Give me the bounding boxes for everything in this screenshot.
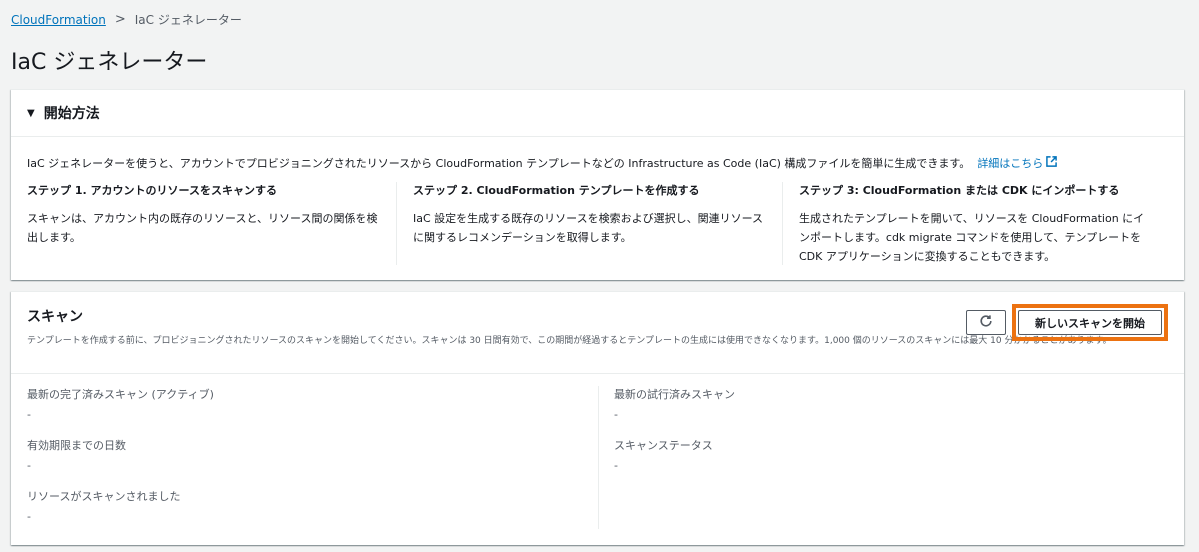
start-new-scan-button[interactable]: 新しいスキャンを開始 [1018, 310, 1162, 335]
scan-panel: スキャン テンプレートを作成する前に、プロビジョニングされたリソースのスキャンを… [11, 291, 1184, 545]
scan-header: スキャン テンプレートを作成する前に、プロビジョニングされたリソースのスキャンを… [11, 292, 1184, 374]
page-title: IaC ジェネレーター [11, 50, 208, 75]
step-1: ステップ 1. アカウントのリソースをスキャンする スキャンは、アカウント内の既… [27, 182, 396, 265]
learn-more-link[interactable]: 詳細はこちら [977, 155, 1058, 171]
chevron-right-icon: > [114, 12, 126, 27]
kv-label: スキャンステータス [614, 439, 713, 452]
column-divider [598, 386, 599, 529]
refresh-icon [979, 313, 993, 332]
kv-label: 最新の完了済みスキャン (アクティブ) [27, 388, 214, 401]
breadcrumb-cloudformation-link[interactable]: CloudFormation [11, 13, 106, 27]
scan-details-right: 最新の試行済みスキャン - スキャンステータス - [614, 386, 735, 488]
kv-value: - [614, 459, 618, 472]
breadcrumb-current: IaC ジェネレーター [134, 13, 242, 27]
kv-value: - [27, 459, 31, 472]
step-title: ステップ 1. アカウントのリソースをスキャンする [27, 184, 277, 197]
getting-started-toggle[interactable]: ▼ 開始方法 [11, 90, 1184, 137]
step-description: スキャンは、アカウント内の既存のリソースと、リソース間の関係を検出します。 [27, 212, 378, 244]
scan-status: スキャンステータス - [614, 437, 735, 472]
steps-container: ステップ 1. アカウントのリソースをスキャンする スキャンは、アカウント内の既… [27, 182, 1168, 265]
days-until-expiry: 有効期限までの日数 - [27, 437, 214, 472]
step-title: ステップ 2. CloudFormation テンプレートを作成する [413, 184, 700, 197]
last-completed-scan: 最新の完了済みスキャン (アクティブ) - [27, 386, 214, 421]
learn-more-label: 詳細はこちら [977, 157, 1044, 170]
external-link-icon [1046, 156, 1058, 170]
kv-label: 最新の試行済みスキャン [614, 388, 735, 401]
kv-value: - [27, 510, 31, 523]
step-2: ステップ 2. CloudFormation テンプレートを作成する IaC 設… [396, 182, 782, 265]
refresh-button[interactable] [966, 310, 1006, 335]
kv-label: 有効期限までの日数 [27, 439, 126, 452]
start-scan-highlight: 新しいスキャンを開始 [1012, 304, 1168, 341]
kv-value: - [27, 408, 31, 421]
scan-details: 最新の完了済みスキャン (アクティブ) - 有効期限までの日数 - リソースがス… [11, 374, 1184, 545]
step-description: IaC 設定を生成する既存のリソースを検索および選択し、関連リソースに関するレコ… [413, 212, 764, 244]
step-title: ステップ 3: CloudFormation または CDK にインポートする [799, 184, 1120, 197]
getting-started-intro: IaC ジェネレーターを使うと、アカウントでプロビジョニングされたリソースから … [27, 155, 1058, 171]
breadcrumb: CloudFormation > IaC ジェネレーター [11, 11, 242, 28]
step-description: 生成されたテンプレートを開いて、リソースを CloudFormation にイン… [799, 212, 1145, 263]
resources-scanned: リソースがスキャンされました - [27, 488, 214, 523]
kv-value: - [614, 408, 618, 421]
intro-text: IaC ジェネレーターを使うと、アカウントでプロビジョニングされたリソースから … [27, 157, 971, 170]
kv-label: リソースがスキャンされました [27, 490, 181, 503]
step-3: ステップ 3: CloudFormation または CDK にインポートする … [782, 182, 1168, 265]
scan-actions: 新しいスキャンを開始 [966, 304, 1168, 341]
scan-details-left: 最新の完了済みスキャン (アクティブ) - 有効期限までの日数 - リソースがス… [27, 386, 214, 539]
last-attempted-scan: 最新の試行済みスキャン - [614, 386, 735, 421]
caret-down-icon: ▼ [27, 107, 35, 119]
getting-started-panel: ▼ 開始方法 IaC ジェネレーターを使うと、アカウントでプロビジョニングされた… [11, 89, 1184, 280]
getting-started-title: 開始方法 [43, 106, 100, 122]
